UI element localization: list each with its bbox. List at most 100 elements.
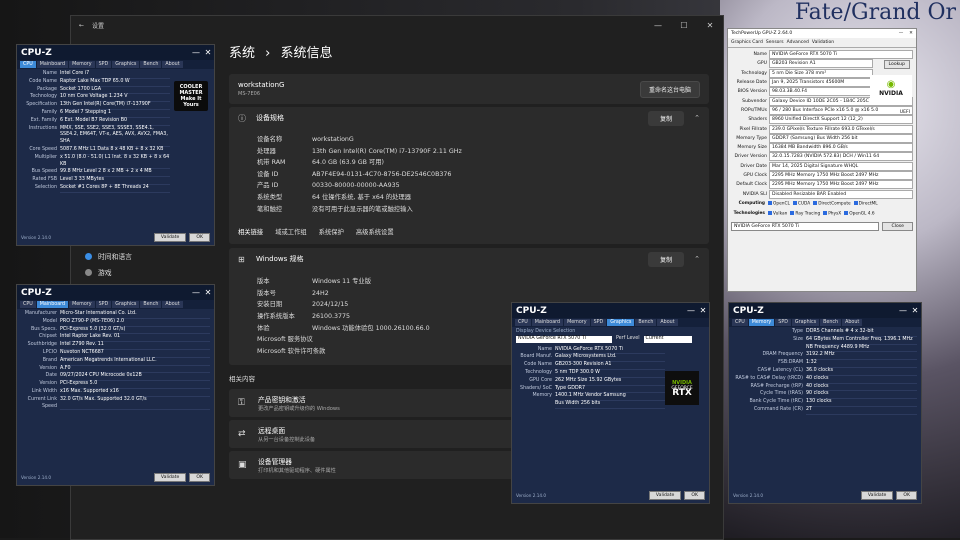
validate-button[interactable]: Validate bbox=[153, 233, 187, 242]
minimize-icon[interactable]: — bbox=[190, 288, 202, 297]
computing-checkbox[interactable]: DirectML bbox=[854, 201, 878, 207]
close-icon[interactable]: ✕ bbox=[906, 31, 916, 36]
tab-mainboard[interactable]: Mainboard bbox=[531, 319, 564, 326]
tab-cpu[interactable]: CPU bbox=[515, 319, 531, 326]
tab-cpu[interactable]: CPU bbox=[20, 61, 36, 68]
ok-button[interactable]: OK bbox=[189, 233, 210, 242]
tab-bench[interactable]: Bench bbox=[635, 319, 657, 326]
tab-mainboard[interactable]: Mainboard bbox=[36, 61, 69, 68]
copy-windows-button[interactable]: 复制 bbox=[648, 251, 685, 267]
tab-about[interactable]: About bbox=[162, 61, 183, 68]
cpuz-tabs: CPU Mainboard Memory SPD Graphics Bench About bbox=[17, 60, 214, 69]
tab-graphics[interactable]: Graphics bbox=[791, 319, 820, 326]
close-button[interactable]: Close bbox=[882, 221, 913, 231]
tab-about[interactable]: About bbox=[657, 319, 678, 326]
tab-memory[interactable]: Memory bbox=[564, 319, 590, 326]
sidebar-item-gaming[interactable]: 游戏 bbox=[85, 264, 132, 280]
validate-button[interactable]: Validate bbox=[153, 473, 187, 482]
tab-mainboard[interactable]: Mainboard bbox=[36, 301, 69, 308]
perf-level-select[interactable]: Current bbox=[643, 335, 692, 343]
tab-bench[interactable]: Bench bbox=[140, 301, 162, 308]
cpuz-tabs: CPU Memory SPD Graphics Bench About bbox=[729, 318, 921, 327]
windows-spec-value: Windows 功能体验包 1000.26100.66.0 bbox=[312, 324, 430, 332]
gpuz-row: Driver Version 32.0.15.7283 (NVIDIA 572.8… bbox=[728, 152, 916, 162]
technology-checkbox[interactable]: Vulkan bbox=[768, 211, 787, 217]
computing-checkbox[interactable]: OpenCL bbox=[768, 201, 790, 207]
cpuz-titlebar[interactable]: CPU-Z — ✕ bbox=[729, 303, 921, 318]
gpuz-tab-graphics-card[interactable]: Graphics Card bbox=[731, 40, 763, 45]
minimize-icon[interactable]: — bbox=[897, 306, 909, 315]
tab-memory[interactable]: Memory bbox=[748, 319, 775, 326]
tab-cpu[interactable]: CPU bbox=[732, 319, 748, 326]
close-icon[interactable]: ✕ bbox=[202, 288, 214, 297]
globe-icon bbox=[85, 252, 92, 260]
tab-about[interactable]: About bbox=[842, 319, 863, 326]
tab-spd[interactable]: SPD bbox=[95, 61, 112, 68]
cpuz-titlebar[interactable]: CPU-Z — ✕ bbox=[512, 303, 709, 318]
tab-bench[interactable]: Bench bbox=[140, 61, 162, 68]
chevron-up-icon[interactable]: ⌃ bbox=[694, 255, 700, 263]
technology-checkbox[interactable]: Ray Tracing bbox=[790, 211, 820, 217]
field-label: LPCIO bbox=[42, 349, 57, 355]
minimize-icon[interactable]: — bbox=[685, 306, 697, 315]
computing-checkbox[interactable]: DirectCompute bbox=[813, 201, 850, 207]
tab-cpu[interactable]: CPU bbox=[20, 301, 36, 308]
tab-graphics[interactable]: Graphics bbox=[112, 301, 140, 308]
technology-checkbox[interactable]: OpenGL 4.6 bbox=[844, 211, 874, 217]
rename-pc-button[interactable]: 重命名这台电脑 bbox=[639, 80, 700, 98]
chevron-up-icon[interactable]: ⌃ bbox=[694, 114, 700, 122]
tab-about[interactable]: About bbox=[162, 301, 183, 308]
technology-checkbox[interactable]: PhysX bbox=[823, 211, 841, 217]
gpuz-bottom: NVIDIA GeForce RTX 5070 Ti Close bbox=[728, 219, 916, 234]
gpuz-tab-advanced[interactable]: Advanced bbox=[787, 40, 809, 45]
spec-value: 13th Gen Intel(R) Core(TM) i7-13790F 2.1… bbox=[312, 147, 462, 155]
close-icon[interactable]: ✕ bbox=[697, 21, 723, 30]
settings-title: 设置 bbox=[92, 22, 105, 30]
field-row: FSB:DRAM 1:32 bbox=[733, 360, 917, 368]
gpuz-tab-sensors[interactable]: Sensors bbox=[766, 40, 784, 45]
validate-button[interactable]: Validate bbox=[648, 491, 682, 500]
related-link[interactable]: 系统保护 bbox=[319, 227, 344, 236]
related-link[interactable]: 高级系统设置 bbox=[356, 227, 394, 236]
copy-spec-button[interactable]: 复制 bbox=[648, 110, 685, 126]
geforce-rtx-logo: NVIDIA GEFORCE RTX bbox=[665, 371, 699, 405]
sidebar-item-time-language[interactable]: 时间和语言 bbox=[85, 248, 132, 264]
close-icon[interactable]: ✕ bbox=[202, 48, 214, 57]
related-link[interactable]: 域或工作组 bbox=[275, 227, 306, 236]
close-icon[interactable]: ✕ bbox=[909, 306, 921, 315]
minimize-icon[interactable]: — bbox=[190, 48, 202, 57]
maximize-icon[interactable]: ☐ bbox=[671, 21, 697, 30]
close-icon[interactable]: ✕ bbox=[697, 306, 709, 315]
minimize-icon[interactable]: — bbox=[896, 31, 906, 36]
tab-memory[interactable]: Memory bbox=[69, 301, 95, 308]
settings-titlebar[interactable]: ← 设置 — ☐ ✕ bbox=[71, 16, 723, 34]
cpuz-titlebar[interactable]: CPU-Z — ✕ bbox=[17, 285, 214, 300]
ok-button[interactable]: OK bbox=[189, 473, 210, 482]
gpuz-tab-validation[interactable]: Validation bbox=[812, 40, 834, 45]
cpuz-titlebar[interactable]: CPU-Z — ✕ bbox=[17, 45, 214, 60]
validate-button[interactable]: Validate bbox=[860, 491, 894, 500]
back-icon[interactable]: ← bbox=[79, 22, 84, 29]
gpuz-titlebar[interactable]: TechPowerUp GPU-Z 2.64.0 — ✕ bbox=[728, 29, 916, 38]
display-device-select[interactable]: NVIDIA GeForce RTX 5070 Ti bbox=[516, 335, 612, 343]
cpuz-footer: Version 2.14.0 Validate OK bbox=[21, 233, 210, 242]
tab-graphics[interactable]: Graphics bbox=[112, 61, 140, 68]
tab-memory[interactable]: Memory bbox=[69, 61, 95, 68]
computing-checkbox[interactable]: CUDA bbox=[793, 201, 810, 207]
tab-graphics[interactable]: Graphics bbox=[607, 319, 635, 326]
minimize-icon[interactable]: — bbox=[645, 21, 671, 30]
tab-spd[interactable]: SPD bbox=[590, 319, 607, 326]
ok-button[interactable]: OK bbox=[684, 491, 705, 500]
lookup-button[interactable]: Lookup bbox=[883, 60, 910, 69]
tab-spd[interactable]: SPD bbox=[95, 301, 112, 308]
field-row: CAS# Latency (CL) 36.0 clocks bbox=[733, 368, 917, 376]
card-select[interactable]: NVIDIA GeForce RTX 5070 Ti bbox=[731, 221, 880, 231]
tab-spd[interactable]: SPD bbox=[775, 319, 791, 326]
tab-bench[interactable]: Bench bbox=[820, 319, 842, 326]
nvidia-eye-icon: ◉ bbox=[886, 78, 896, 90]
breadcrumb-parent[interactable]: 系统 bbox=[229, 46, 255, 61]
gpuz-field-label: Subvendor bbox=[742, 98, 767, 104]
spec-row: 处理器 13th Gen Intel(R) Core(TM) i7-13790F … bbox=[229, 146, 709, 158]
ok-button[interactable]: OK bbox=[896, 491, 917, 500]
gpuz-field-value: 239.0 GPixel/s Texture Fillrate 693.0 GT… bbox=[769, 124, 913, 134]
